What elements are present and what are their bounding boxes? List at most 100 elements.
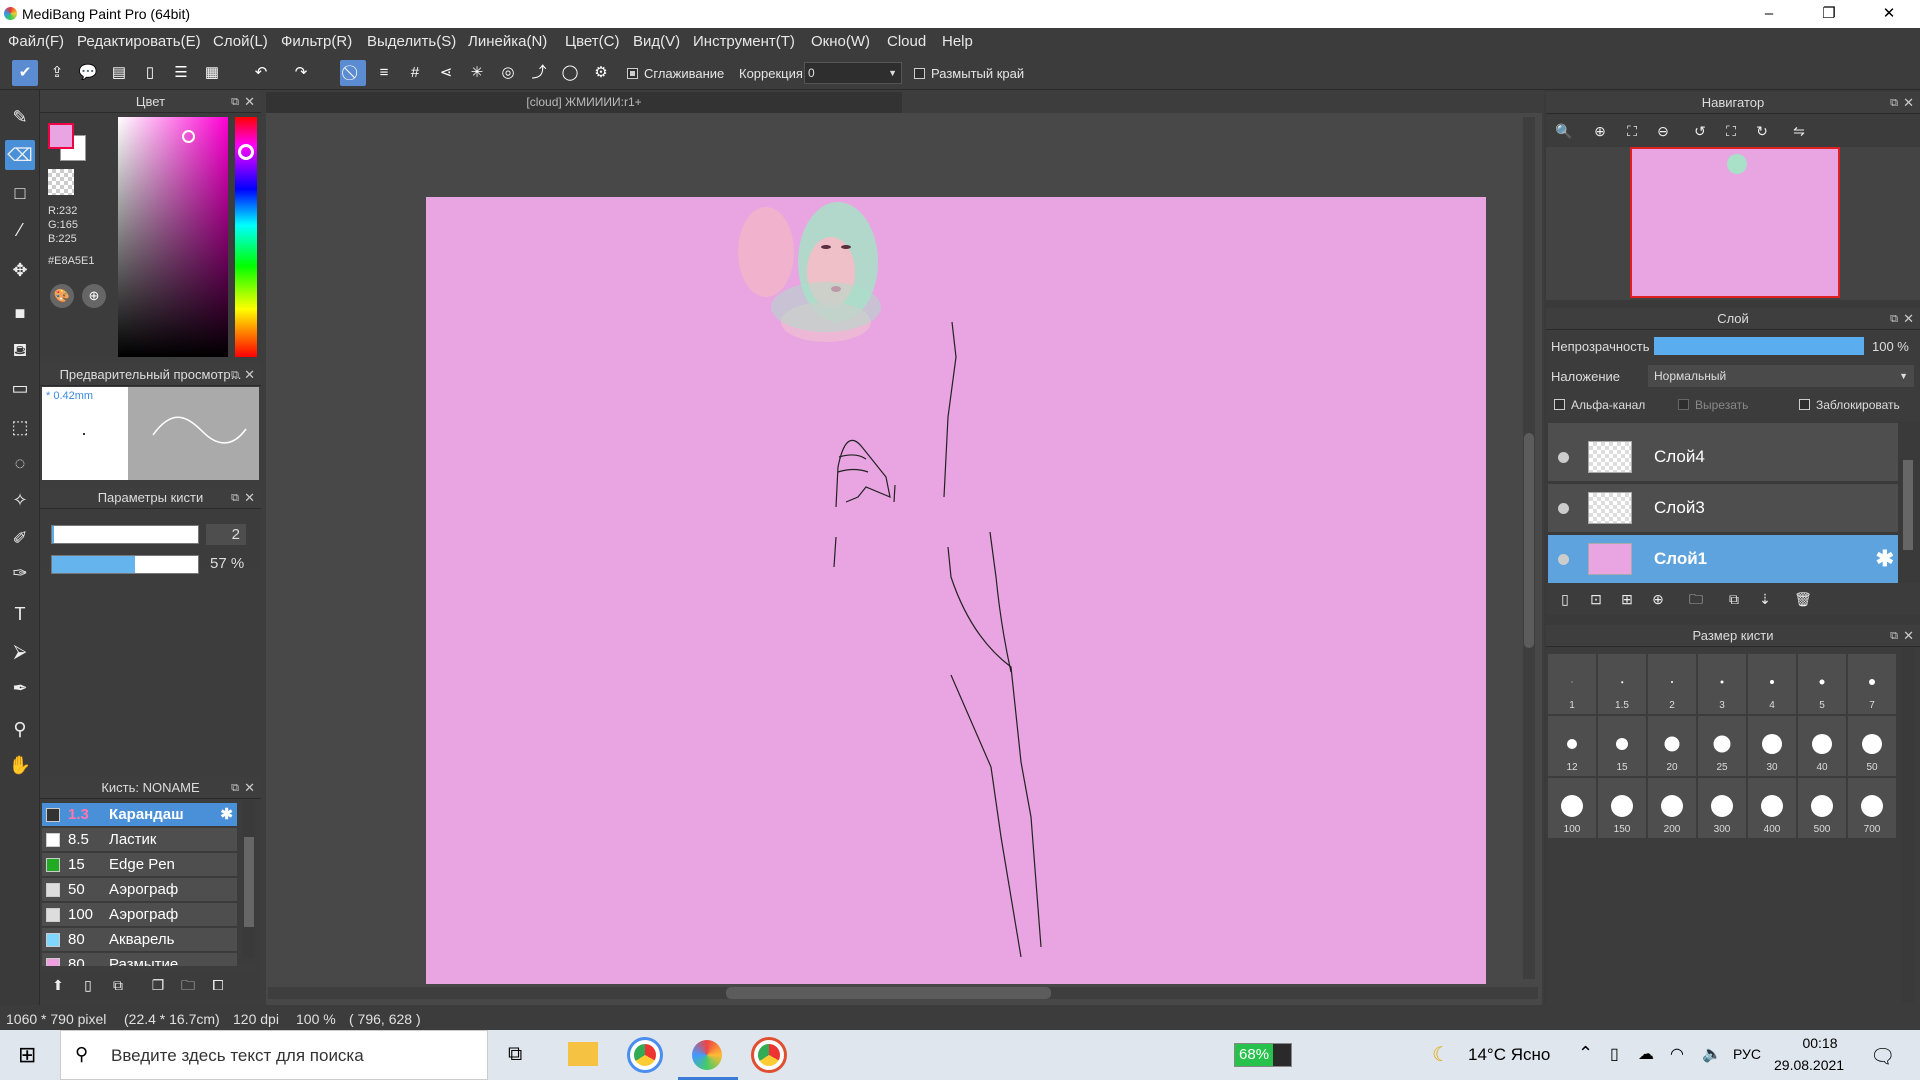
brush-size-cell[interactable]: 4 <box>1748 654 1796 714</box>
menu-ruler[interactable]: Линейка(N) <box>468 33 547 50</box>
task-view-icon[interactable]: ⧉ <box>508 1043 522 1066</box>
lock-checkbox[interactable] <box>1799 399 1810 410</box>
cloud-brush-icon[interactable]: ⬆ <box>46 973 70 997</box>
brush-tool-icon[interactable]: ✎ <box>5 102 35 132</box>
alpha-checkbox[interactable] <box>1554 399 1565 410</box>
brush-size-cell[interactable]: 30 <box>1748 716 1796 776</box>
bucket-tool-icon[interactable]: ⛾ <box>5 335 35 365</box>
popout-icon[interactable]: ⧉ <box>1890 308 1898 330</box>
brush-size-cell[interactable]: 700 <box>1848 778 1896 838</box>
search-box[interactable]: ⚲ Введите здесь текст для поиска <box>60 1030 488 1080</box>
zoom-out-icon[interactable]: ⊖ <box>1651 119 1675 143</box>
new-halftone-layer-icon[interactable]: ⊡ <box>1584 587 1608 611</box>
brush-size-cell[interactable]: 500 <box>1798 778 1846 838</box>
popout-icon[interactable]: ⧉ <box>231 487 239 509</box>
move-tool-icon[interactable]: ✥ <box>5 255 35 285</box>
clip-option[interactable]: Вырезать <box>1678 398 1748 412</box>
zoom-icon[interactable]: 🔍 <box>1552 119 1576 143</box>
radial-snap-icon[interactable]: ✳ <box>464 60 490 86</box>
menu-layer[interactable]: Слой(L) <box>213 33 268 50</box>
layer-row[interactable]: Слой4 <box>1548 433 1898 482</box>
size-slider[interactable] <box>51 525 199 544</box>
brush-list-item[interactable]: 15 Edge Pen <box>42 853 237 877</box>
onedrive-icon[interactable]: ☁ <box>1638 1044 1654 1064</box>
chrome-profile-icon[interactable] <box>751 1037 787 1073</box>
vertical-scrollbar[interactable] <box>1523 117 1535 979</box>
brush-size-cell[interactable]: 20 <box>1648 716 1696 776</box>
layer-scrollbar[interactable] <box>1902 423 1914 578</box>
layer-opacity-slider[interactable] <box>1654 337 1864 355</box>
transparent-swatch[interactable] <box>48 169 74 195</box>
text-tool-icon[interactable]: T <box>5 599 35 629</box>
layer-row[interactable]: Слой3 <box>1548 484 1898 533</box>
page-list-icon[interactable]: ☰ <box>168 60 194 86</box>
page-grid-icon[interactable]: ▦ <box>199 60 225 86</box>
horizontal-scrollbar[interactable] <box>268 987 1538 999</box>
brush-size-cell[interactable]: 3 <box>1698 654 1746 714</box>
gradient-tool-icon[interactable]: ▭ <box>5 373 35 403</box>
page-icon[interactable]: ▯ <box>137 60 163 86</box>
clock-time[interactable]: 00:18 <box>1790 1035 1850 1051</box>
close-icon[interactable]: ✕ <box>244 364 255 386</box>
brush-size-cell[interactable]: 15 <box>1598 716 1646 776</box>
navigator-view[interactable] <box>1546 147 1920 300</box>
menu-view[interactable]: Вид(V) <box>633 33 680 50</box>
ellipse-snap-icon[interactable]: ◯ <box>557 60 583 86</box>
close-icon[interactable]: ✕ <box>1903 308 1914 330</box>
close-icon[interactable]: ✕ <box>1903 625 1914 647</box>
folder-icon[interactable]: 🗀 <box>176 973 200 997</box>
upload-icon[interactable]: ⇪ <box>44 60 70 86</box>
file-explorer-icon[interactable] <box>568 1042 598 1066</box>
zoom-in-icon[interactable]: ⊕ <box>1588 119 1612 143</box>
popout-icon[interactable]: ⧉ <box>231 364 239 386</box>
rotate-left-icon[interactable]: ↺ <box>1688 119 1712 143</box>
brush-size-cell[interactable]: 400 <box>1748 778 1796 838</box>
brush-list-scrollbar[interactable] <box>243 800 255 957</box>
battery-widget[interactable]: 68% <box>1234 1043 1292 1067</box>
popout-icon[interactable]: ⧉ <box>1890 92 1898 114</box>
palette-add-icon[interactable]: ⊕ <box>82 284 106 308</box>
volume-icon[interactable]: 🔈 <box>1702 1044 1722 1064</box>
close-button[interactable]: ✕ <box>1866 0 1912 28</box>
undo-icon[interactable]: ↶ <box>248 60 274 86</box>
magic-wand-icon[interactable]: ✧ <box>5 485 35 515</box>
message-icon[interactable]: ▤ <box>106 60 132 86</box>
minimize-button[interactable]: – <box>1746 0 1792 28</box>
scroll-thumb[interactable] <box>244 837 254 927</box>
fit-icon[interactable]: ⛶ <box>1620 119 1644 143</box>
menu-help[interactable]: Help <box>942 33 973 50</box>
chrome-icon[interactable] <box>627 1037 663 1073</box>
layer-visibility-icon[interactable] <box>1558 452 1569 463</box>
blend-select[interactable]: Нормальный ▼ <box>1648 365 1914 387</box>
drawing-canvas[interactable] <box>426 197 1486 984</box>
gear-icon[interactable]: ✱ <box>1876 546 1894 572</box>
brush-size-cell[interactable]: 2 <box>1648 654 1696 714</box>
menu-file[interactable]: Файл(F) <box>8 33 64 50</box>
trash-icon[interactable]: 🗑 <box>1791 587 1815 611</box>
duplicate-icon[interactable]: ⧠ <box>206 973 230 997</box>
operation-tool-icon[interactable]: ⮚ <box>5 636 35 666</box>
rectangle-tool-icon[interactable]: □ <box>5 178 35 208</box>
select-rect-icon[interactable]: ⬚ <box>5 412 35 442</box>
divide-tool-icon[interactable]: ✒ <box>5 673 35 703</box>
hand-tool-icon[interactable]: ✋ <box>5 750 35 780</box>
comment-icon[interactable]: 💬 <box>75 60 101 86</box>
cloud-check-icon[interactable]: ✔ <box>12 60 38 86</box>
dot-tool-icon[interactable]: ⁄ <box>5 215 35 245</box>
snap-settings-icon[interactable]: ⚙ <box>588 60 614 86</box>
new-8bit-layer-icon[interactable]: ⊞ <box>1615 587 1639 611</box>
redo-icon[interactable]: ↷ <box>288 60 314 86</box>
menu-edit[interactable]: Редактировать(E) <box>77 33 201 50</box>
popout-icon[interactable]: ⧉ <box>231 777 239 799</box>
layer-row[interactable]: Слой1 ✱ <box>1548 535 1898 584</box>
size-value[interactable]: 2 <box>206 524 246 545</box>
select-eraser-icon[interactable]: ✑ <box>5 558 35 588</box>
brush-size-cell[interactable]: 7 <box>1848 654 1896 714</box>
brush-size-cell[interactable]: 100 <box>1548 778 1596 838</box>
menu-cloud[interactable]: Cloud <box>887 33 926 50</box>
brush-size-cell[interactable]: 1.5 <box>1598 654 1646 714</box>
v-scroll-thumb[interactable] <box>1524 433 1534 648</box>
perspective-snap-icon[interactable]: ⋖ <box>433 60 459 86</box>
opacity-slider[interactable] <box>51 555 199 574</box>
lasso-tool-icon[interactable]: ◌ <box>5 448 35 478</box>
